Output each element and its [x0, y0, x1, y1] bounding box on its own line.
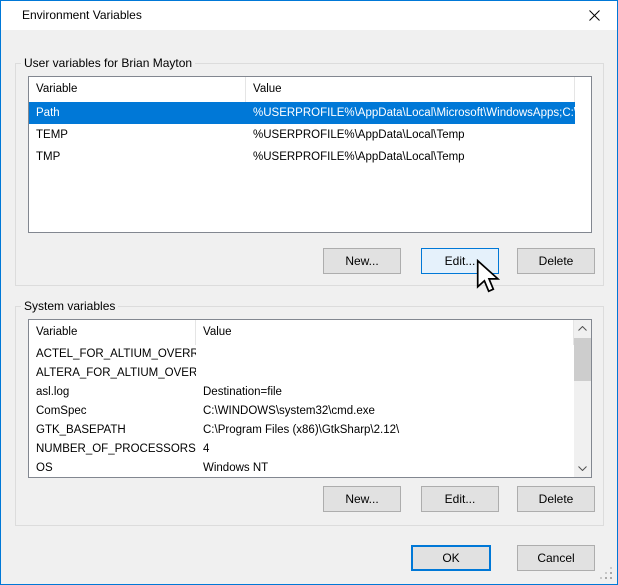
system-column-header-variable: Variable [29, 320, 196, 345]
table-row[interactable]: GTK_BASEPATH C:\Program Files (x86)\GtkS… [29, 421, 574, 440]
cell-value [196, 345, 574, 364]
environment-variables-dialog: Environment Variables User variables for… [0, 0, 618, 585]
system-list-header: Variable Value [29, 320, 574, 345]
close-button[interactable] [572, 1, 617, 30]
cell-value: C:\WINDOWS\system32\cmd.exe [196, 402, 574, 421]
system-variables-group-label: System variables [21, 299, 118, 313]
vertical-scrollbar[interactable] [574, 320, 591, 477]
user-column-header-value: Value [246, 77, 575, 102]
scrollbar-thumb[interactable] [574, 338, 591, 381]
cell-value [196, 364, 574, 383]
user-list-header: Variable Value [29, 77, 591, 102]
cell-variable: asl.log [29, 383, 196, 402]
table-row[interactable]: asl.log Destination=file [29, 383, 574, 402]
title-bar[interactable]: Environment Variables [1, 1, 617, 30]
table-row[interactable]: NUMBER_OF_PROCESSORS 4 [29, 440, 574, 459]
user-column-header-variable: Variable [29, 77, 246, 102]
cell-variable: TEMP [29, 124, 246, 146]
scroll-up-button[interactable] [574, 320, 591, 337]
cell-value: %USERPROFILE%\AppData\Local\Temp [246, 146, 591, 168]
chevron-down-icon [578, 466, 587, 471]
cell-value: %USERPROFILE%\AppData\Local\Temp [246, 124, 591, 146]
cell-variable: ACTEL_FOR_ALTIUM_OVERR... [29, 345, 196, 364]
user-variables-group-label: User variables for Brian Mayton [21, 56, 195, 70]
cell-variable: Path [29, 102, 246, 124]
table-row[interactable]: ComSpec C:\WINDOWS\system32\cmd.exe [29, 402, 574, 421]
chevron-up-icon [578, 326, 587, 331]
cell-variable: NUMBER_OF_PROCESSORS [29, 440, 196, 459]
resize-grip[interactable] [600, 567, 613, 580]
cell-value: C:\Program Files (x86)\GtkSharp\2.12\ [196, 421, 574, 440]
system-column-header-value: Value [196, 320, 574, 345]
table-row[interactable]: TMP %USERPROFILE%\AppData\Local\Temp [29, 146, 591, 168]
scroll-down-button[interactable] [574, 460, 591, 477]
table-row[interactable]: OS Windows NT [29, 459, 574, 477]
user-variables-list[interactable]: Variable Value Path %USERPROFILE%\AppDat… [28, 76, 592, 233]
system-edit-button[interactable]: Edit... [421, 486, 499, 512]
cell-variable: GTK_BASEPATH [29, 421, 196, 440]
system-new-button[interactable]: New... [323, 486, 401, 512]
cell-variable: TMP [29, 146, 246, 168]
cancel-button[interactable]: Cancel [517, 545, 595, 571]
cell-variable: ComSpec [29, 402, 196, 421]
window-title: Environment Variables [22, 8, 142, 22]
cell-value: Destination=file [196, 383, 574, 402]
cell-variable: ALTERA_FOR_ALTIUM_OVER... [29, 364, 196, 383]
user-delete-button[interactable]: Delete [517, 248, 595, 274]
cell-value: Windows NT [196, 459, 574, 477]
user-new-button[interactable]: New... [323, 248, 401, 274]
system-variables-list[interactable]: Variable Value ACTEL_FOR_ALTIUM_OVERR...… [28, 319, 592, 478]
cell-value: %USERPROFILE%\AppData\Local\Microsoft\Wi… [246, 102, 575, 124]
cell-value: 4 [196, 440, 574, 459]
table-row[interactable]: TEMP %USERPROFILE%\AppData\Local\Temp [29, 124, 591, 146]
cell-variable: OS [29, 459, 196, 477]
system-delete-button[interactable]: Delete [517, 486, 595, 512]
table-row[interactable]: Path %USERPROFILE%\AppData\Local\Microso… [29, 102, 575, 124]
table-row[interactable]: ALTERA_FOR_ALTIUM_OVER... [29, 364, 574, 383]
user-edit-button[interactable]: Edit... [421, 248, 499, 274]
ok-button[interactable]: OK [411, 545, 491, 571]
close-icon [589, 10, 600, 21]
table-row[interactable]: ACTEL_FOR_ALTIUM_OVERR... [29, 345, 574, 364]
